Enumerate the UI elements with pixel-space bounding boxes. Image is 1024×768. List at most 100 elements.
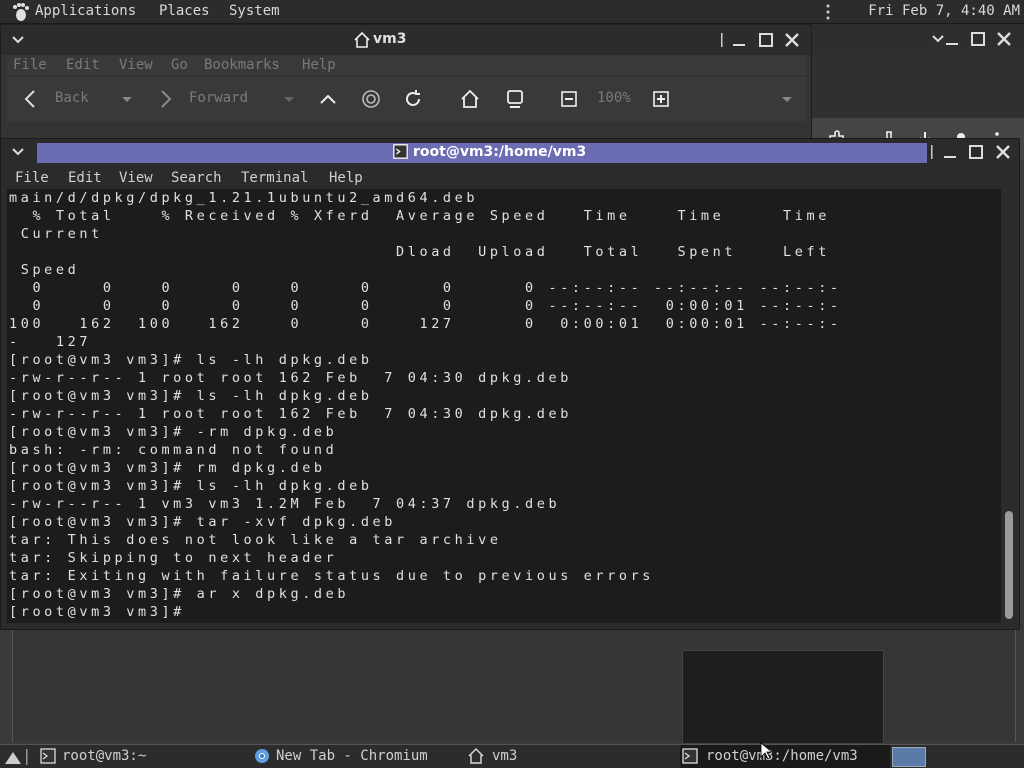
file-manager-menubar: File Edit View Go Bookmarks Help xyxy=(7,55,807,75)
menu-edit[interactable]: Edit xyxy=(66,57,100,73)
menu-help[interactable]: Help xyxy=(302,57,336,73)
terminal-icon xyxy=(40,748,56,764)
terminal-icon xyxy=(393,144,408,159)
computer-icon[interactable] xyxy=(505,89,525,109)
terminal-line: main/d/dpkg/dpkg_1.21.1ubuntu2_amd64.deb xyxy=(9,190,479,206)
show-desktop-icon[interactable] xyxy=(4,749,22,765)
terminal-line: -rw-r--r-- 1 vm3 vm3 1.2M Feb 7 04:37 dp… xyxy=(9,496,561,512)
close-icon[interactable] xyxy=(994,143,1012,161)
back-dropdown-icon[interactable] xyxy=(117,89,137,109)
chromium-titlebar[interactable] xyxy=(807,24,1024,54)
close-icon[interactable] xyxy=(783,31,801,49)
zoom-in-icon[interactable] xyxy=(651,89,671,109)
mouse-pointer-icon xyxy=(760,742,772,760)
panel-handle-icon xyxy=(826,4,830,20)
menu-help[interactable]: Help xyxy=(329,170,363,186)
file-manager-titlebar[interactable]: vm3 xyxy=(1,25,811,55)
chromium-icon xyxy=(255,749,269,763)
terminal-line: [root@vm3 vm3]# ar x dpkg.deb xyxy=(9,586,350,602)
terminal-screen[interactable]: main/d/dpkg/dpkg_1.21.1ubuntu2_amd64.deb… xyxy=(7,189,1001,623)
menu-edit[interactable]: Edit xyxy=(68,170,102,186)
gnome-foot-icon[interactable] xyxy=(10,2,30,22)
task-file-manager[interactable]: vm3 xyxy=(466,745,666,768)
terminal-window[interactable]: root@vm3:/home/vm3 File Edit View Search… xyxy=(0,138,1020,630)
terminal-line: [root@vm3 vm3]# xyxy=(9,604,197,620)
terminal-line: [root@vm3 vm3]# ls -lh dpkg.deb xyxy=(9,352,373,368)
terminal-icon xyxy=(682,748,698,764)
separator-icon xyxy=(721,33,723,47)
menu-search[interactable]: Search xyxy=(171,170,222,186)
terminal-line: 0 0 0 0 0 0 0 0 --:--:-- --:--:-- --:--:… xyxy=(9,280,842,296)
menu-view[interactable]: View xyxy=(119,170,153,186)
chevron-down-icon[interactable] xyxy=(9,31,27,49)
home-icon xyxy=(354,31,370,48)
task-label: root@vm3:~ xyxy=(62,748,147,764)
terminal-line: Speed xyxy=(9,262,80,278)
back-arrow-icon[interactable] xyxy=(21,89,41,109)
stop-icon[interactable] xyxy=(361,89,381,109)
terminal-output: main/d/dpkg/dpkg_1.21.1ubuntu2_amd64.deb… xyxy=(9,189,842,621)
minimize-icon[interactable] xyxy=(941,143,959,161)
terminal-line: Dload Upload Total Spent Left xyxy=(9,244,830,260)
window-preview-thumbnail xyxy=(682,650,884,744)
file-manager-window[interactable]: vm3 File Edit View Go Bookmarks Help Bac… xyxy=(0,24,812,144)
top-panel: Applications Places System Fri Feb 7, 4:… xyxy=(0,0,1024,24)
menu-terminal[interactable]: Terminal xyxy=(241,170,308,186)
separator-icon xyxy=(26,749,28,765)
reload-icon[interactable] xyxy=(403,89,423,109)
terminal-line: - 127 xyxy=(9,334,92,350)
terminal-line: tar: Exiting with failure status due to … xyxy=(9,568,655,584)
file-manager-toolbar: Back Forward 100% xyxy=(7,77,807,121)
forward-button[interactable]: Forward xyxy=(189,90,248,106)
task-terminal-home[interactable]: root@vm3:~ xyxy=(38,745,238,768)
separator-icon xyxy=(931,145,933,159)
terminal-line: [root@vm3 vm3]# tar -xvf dpkg.deb xyxy=(9,514,397,530)
terminal-line: % Total % Received % Xferd Average Speed… xyxy=(9,208,830,224)
chevron-down-icon[interactable] xyxy=(9,143,27,161)
terminal-titlebar[interactable]: root@vm3:/home/vm3 xyxy=(1,139,1019,165)
taskbar: root@vm3:~ New Tab - Chromium vm3 root@v… xyxy=(0,744,1024,768)
task-terminal-active[interactable]: root@vm3:/home/vm3 xyxy=(680,745,890,768)
terminal-line: Current xyxy=(9,226,103,242)
terminal-scrollbar[interactable] xyxy=(1003,189,1015,623)
menu-bookmarks[interactable]: Bookmarks xyxy=(204,57,280,73)
maximize-icon[interactable] xyxy=(969,30,987,48)
up-arrow-icon[interactable] xyxy=(318,89,338,109)
places-menu[interactable]: Places xyxy=(159,3,210,19)
applications-menu[interactable]: Applications xyxy=(35,3,136,19)
forward-dropdown-icon[interactable] xyxy=(279,89,299,109)
menu-file[interactable]: File xyxy=(13,57,47,73)
task-chromium[interactable]: New Tab - Chromium xyxy=(252,745,452,768)
menu-file[interactable]: File xyxy=(15,170,49,186)
scrollbar-thumb[interactable] xyxy=(1005,511,1013,619)
home-folder-icon xyxy=(468,748,484,764)
back-button[interactable]: Back xyxy=(55,90,89,106)
task-label: New Tab - Chromium xyxy=(276,748,428,764)
home-icon[interactable] xyxy=(460,89,480,109)
close-icon[interactable] xyxy=(995,30,1013,48)
toolbar-overflow-icon[interactable] xyxy=(777,89,797,109)
zoom-level: 100% xyxy=(597,90,631,106)
maximize-icon[interactable] xyxy=(757,31,775,49)
task-label: root@vm3:/home/vm3 xyxy=(706,748,858,764)
workspace-switcher[interactable] xyxy=(892,747,926,767)
minimize-icon[interactable] xyxy=(730,31,748,49)
minimize-icon[interactable] xyxy=(943,30,961,48)
terminal-line: 100 162 100 162 0 0 127 0 0:00:01 0:00:0… xyxy=(9,316,842,332)
task-label: vm3 xyxy=(492,748,518,764)
terminal-line: [root@vm3 vm3]# -rm dpkg.deb xyxy=(9,424,338,440)
clock[interactable]: Fri Feb 7, 4:40 AM xyxy=(868,3,1020,19)
terminal-line: tar: This does not look like a tar archi… xyxy=(9,532,502,548)
menu-go[interactable]: Go xyxy=(171,57,188,73)
terminal-line: [root@vm3 vm3]# ls -lh dpkg.deb xyxy=(9,388,373,404)
maximize-icon[interactable] xyxy=(967,143,985,161)
window-title: vm3 xyxy=(373,31,407,47)
forward-arrow-icon[interactable] xyxy=(155,89,175,109)
system-menu[interactable]: System xyxy=(229,3,280,19)
terminal-line: bash: -rm: command not found xyxy=(9,442,338,458)
menu-view[interactable]: View xyxy=(119,57,153,73)
chromium-tabstrip xyxy=(807,54,1024,118)
zoom-out-icon[interactable] xyxy=(559,89,579,109)
terminal-line: [root@vm3 vm3]# rm dpkg.deb xyxy=(9,460,326,476)
window-title: root@vm3:/home/vm3 xyxy=(413,144,587,160)
